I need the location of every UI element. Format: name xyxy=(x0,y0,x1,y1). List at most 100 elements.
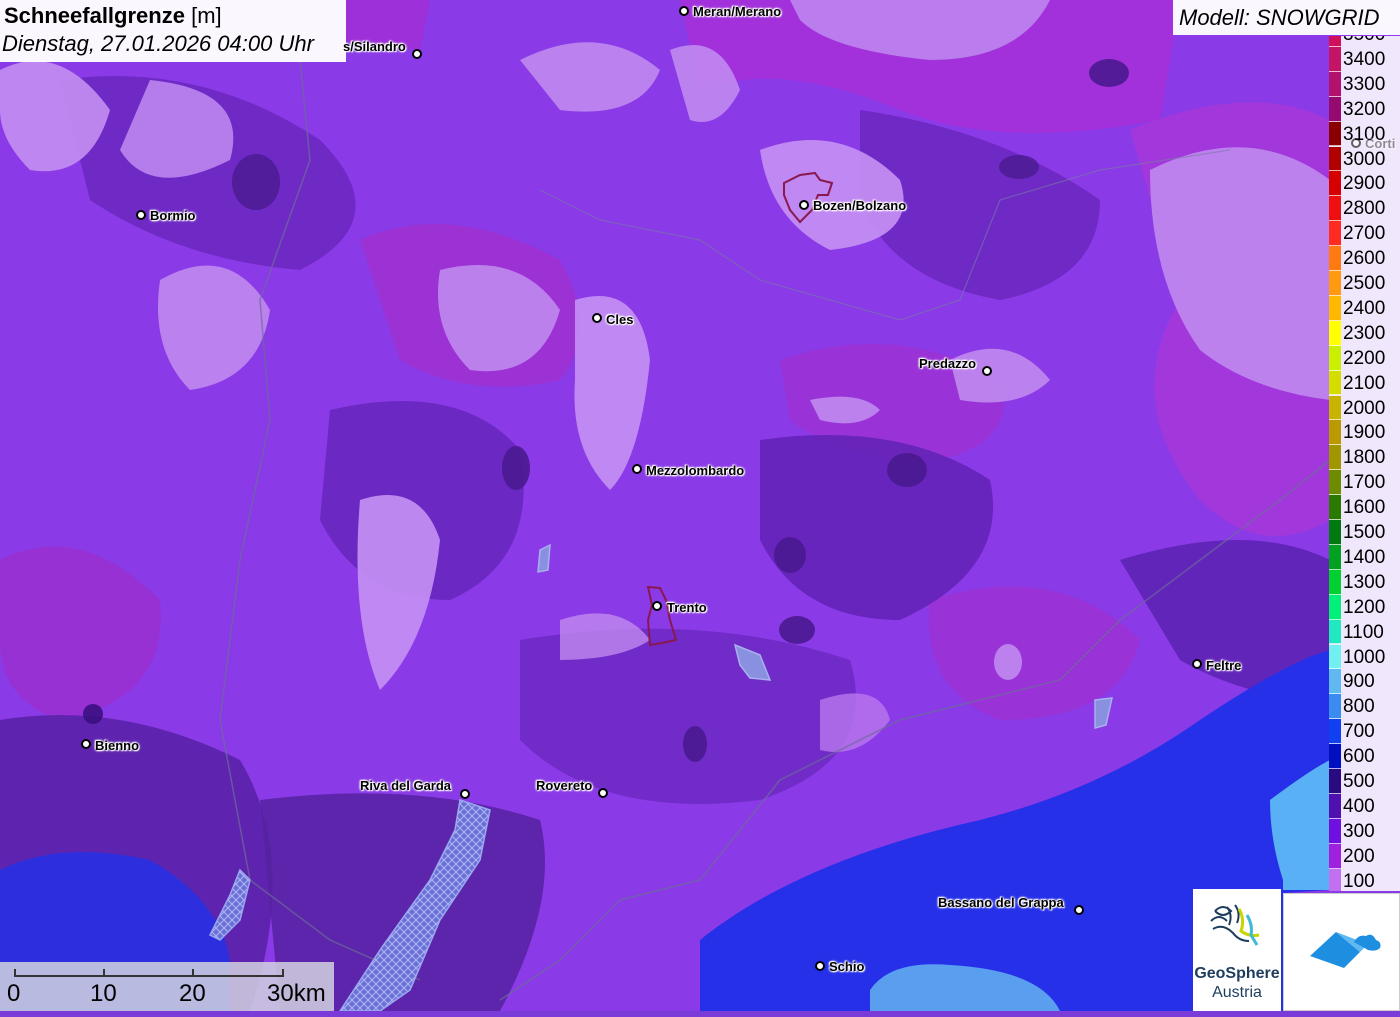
city-label-riva-del-garda[interactable]: Riva del Garda xyxy=(360,778,451,793)
scale-tick xyxy=(192,969,194,975)
city-marker-dot[interactable] xyxy=(1192,659,1202,669)
city-label-bassano[interactable]: Bassano del Grappa xyxy=(938,895,1064,910)
legend-value: 2500 xyxy=(1343,273,1386,294)
parameter-name: Schneefallgrenze xyxy=(4,3,185,28)
city-marker-dot[interactable] xyxy=(1351,138,1361,148)
city-label-bienno[interactable]: Bienno xyxy=(95,738,139,753)
city-label-bolzano[interactable]: Bozen/Bolzano xyxy=(813,198,906,213)
legend-row: 2200 xyxy=(1329,345,1400,371)
scale-tick xyxy=(103,969,105,975)
legend-row: 1500 xyxy=(1329,520,1400,545)
legend-swatch xyxy=(1329,520,1341,545)
legend-value: 1100 xyxy=(1343,621,1384,643)
legend-value: 2300 xyxy=(1343,322,1386,344)
legend-row: 1300 xyxy=(1329,569,1400,595)
legend-value: 1400 xyxy=(1343,546,1386,568)
legend-value: 2400 xyxy=(1343,297,1386,319)
legend-value: 3300 xyxy=(1343,73,1386,95)
legend-swatch xyxy=(1329,744,1341,769)
legend-row: 200 xyxy=(1329,843,1400,869)
legend-value: 3500 xyxy=(1343,36,1385,46)
city-label-bormio[interactable]: Bormio xyxy=(150,208,196,223)
legend-value: 1700 xyxy=(1343,472,1386,494)
legend-row: 700 xyxy=(1329,719,1400,745)
legend-value: 2800 xyxy=(1343,198,1386,220)
city-marker-dot[interactable] xyxy=(815,961,825,971)
legend-value: 200 xyxy=(1343,845,1375,867)
scale-bar xyxy=(14,969,284,977)
legend-value: 1800 xyxy=(1343,447,1386,469)
legend-row: 2900 xyxy=(1329,171,1400,197)
legend-swatch xyxy=(1329,868,1341,891)
legend-value: 400 xyxy=(1343,795,1375,817)
city-label-feltre[interactable]: Feltre xyxy=(1206,658,1241,673)
legend-row: 2500 xyxy=(1329,271,1400,296)
map-title-box: Schneefallgrenze [m] Dienstag, 27.01.202… xyxy=(0,0,346,62)
snowfall-line-map[interactable] xyxy=(0,0,1400,1011)
legend-row: 300 xyxy=(1329,818,1400,844)
geosphere-logo[interactable]: GeoSphere Austria xyxy=(1193,889,1281,1011)
city-label-silandro[interactable]: s/Silandro xyxy=(343,39,406,54)
color-legend: 3500340033003200310030002900280027002600… xyxy=(1329,36,1400,891)
city-label-cles[interactable]: Cles xyxy=(606,312,633,327)
city-marker-dot[interactable] xyxy=(81,739,91,749)
legend-row: 3300 xyxy=(1329,71,1400,97)
city-label-rovereto[interactable]: Rovereto xyxy=(536,778,592,793)
scale-label-0: 0 xyxy=(7,980,21,1007)
legend-swatch xyxy=(1329,121,1341,147)
legend-row: 2600 xyxy=(1329,246,1400,271)
city-marker-dot[interactable] xyxy=(799,200,809,210)
legend-value: 700 xyxy=(1343,721,1375,743)
city-marker-dot[interactable] xyxy=(982,366,992,376)
city-label-meran[interactable]: Meran/Merano xyxy=(693,4,781,19)
city-label-schio[interactable]: Schio xyxy=(829,959,864,974)
city-label-trento[interactable]: Trento xyxy=(667,600,707,615)
model-label: Modell: SNOWGRID xyxy=(1179,5,1380,30)
legend-swatch xyxy=(1329,246,1341,271)
city-marker-dot[interactable] xyxy=(460,789,470,799)
legend-value: 2200 xyxy=(1343,347,1386,369)
city-marker-dot[interactable] xyxy=(679,6,689,16)
scale-label-10: 10 xyxy=(90,980,117,1007)
legend-value: 2900 xyxy=(1343,173,1386,195)
legend-swatch xyxy=(1329,196,1341,222)
legend-swatch xyxy=(1329,843,1341,869)
legend-swatch xyxy=(1329,271,1341,296)
legend-swatch xyxy=(1329,719,1341,745)
legend-swatch xyxy=(1329,669,1341,695)
legend-value: 3000 xyxy=(1343,148,1386,170)
legend-swatch xyxy=(1329,619,1341,645)
legend-swatch xyxy=(1329,594,1341,620)
legend-value: 2000 xyxy=(1343,397,1386,419)
app-logo[interactable] xyxy=(1283,893,1400,1011)
legend-row: 1800 xyxy=(1329,445,1400,471)
legend-swatch xyxy=(1329,769,1341,794)
legend-swatch xyxy=(1329,295,1341,321)
city-marker-dot[interactable] xyxy=(412,49,422,59)
city-label-cortina[interactable]: Corti xyxy=(1365,136,1395,151)
legend-value: 600 xyxy=(1343,746,1375,768)
city-marker-dot[interactable] xyxy=(1074,905,1084,915)
legend-swatch xyxy=(1329,495,1341,520)
forecast-datetime: Dienstag, 27.01.2026 04:00 Uhr xyxy=(2,31,314,56)
legend-row: 2400 xyxy=(1329,295,1400,321)
city-marker-dot[interactable] xyxy=(136,210,146,220)
city-label-mezzolombardo[interactable]: Mezzolombardo xyxy=(646,463,744,478)
legend-swatch xyxy=(1329,818,1341,844)
legend-swatch xyxy=(1329,71,1341,97)
city-marker-dot[interactable] xyxy=(598,788,608,798)
legend-value: 2700 xyxy=(1343,223,1386,245)
legend-swatch xyxy=(1329,445,1341,471)
city-marker-dot[interactable] xyxy=(592,313,602,323)
city-label-predazzo[interactable]: Predazzo xyxy=(919,356,976,371)
city-marker-dot[interactable] xyxy=(632,464,642,474)
scale-label-20: 20 xyxy=(179,980,206,1007)
legend-swatch xyxy=(1329,370,1341,396)
legend-value: 800 xyxy=(1343,696,1375,718)
city-marker-dot[interactable] xyxy=(652,601,662,611)
map-title: Schneefallgrenze [m] xyxy=(4,3,222,29)
legend-row: 800 xyxy=(1329,694,1400,720)
legend-swatch xyxy=(1329,96,1341,122)
legend-swatch xyxy=(1329,569,1341,595)
model-label-box: Modell: SNOWGRID xyxy=(1173,0,1400,35)
